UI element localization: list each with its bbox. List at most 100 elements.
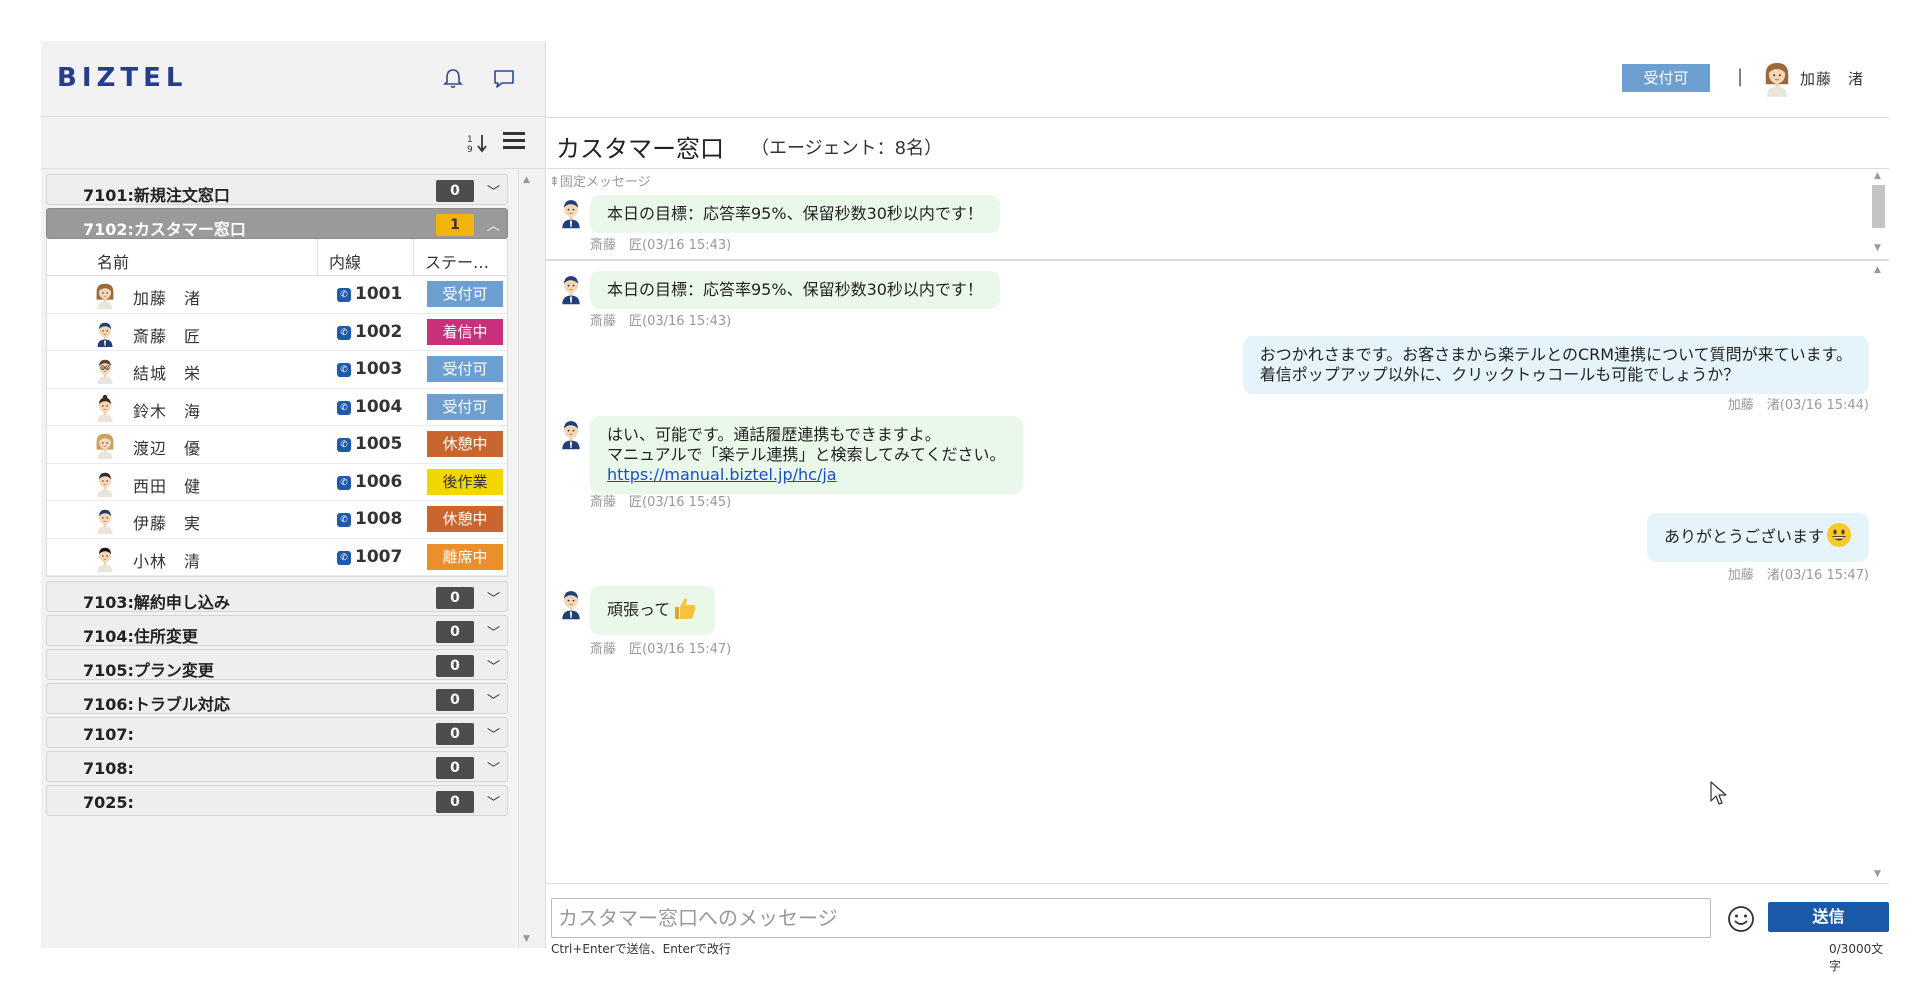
message-link[interactable]: https://manual.biztel.jp/hc/ja <box>607 465 837 484</box>
agent-row[interactable]: 渡辺 優 ✆ 1005 休憩中 <box>47 426 507 464</box>
message-line: ありがとうございます <box>1663 527 1824 546</box>
emoji-icon[interactable] <box>1726 904 1756 934</box>
queue-item[interactable]: 7101:新規注文窓口 0 ﹀ <box>46 174 508 205</box>
message-bubble: 本日の目標：応答率95%、保留秒数30秒以内です！ <box>590 195 1000 233</box>
status-badge: 受付可 <box>427 393 503 420</box>
agent-row[interactable]: 加藤 渚 ✆ 1001 受付可 <box>47 276 507 314</box>
agent-extension: 1006 <box>355 471 403 492</box>
agent-row[interactable]: 斎藤 匠 ✆ 1002 着信中 <box>47 314 507 351</box>
queue-item[interactable]: 7102:カスタマー窓口 1 ︿ <box>46 208 508 239</box>
top-bar: 受付可 | 加藤 渚 <box>546 41 1889 117</box>
agent-name: 小林 清 <box>133 551 202 571</box>
biztel-logo: BIZTEL <box>57 63 188 93</box>
queue-count-badge: 0 <box>436 655 474 677</box>
agent-row[interactable]: 小林 清 ✆ 1007 離席中 <box>47 539 507 576</box>
sidebar-scrollbar[interactable]: ▲ ▼ <box>518 169 536 948</box>
agent-name: 渡辺 優 <box>133 439 202 458</box>
channel-title: カスタマー窓口 <box>556 135 724 163</box>
queue-item[interactable]: 7105:プラン変更 0 ﹀ <box>46 649 508 680</box>
chevron-down-icon[interactable]: ﹀ <box>487 181 500 200</box>
message-meta: 斎藤 匠(03/16 15:43) <box>590 314 732 329</box>
message-bubble: ありがとうございます <box>1646 513 1869 562</box>
message-meta: 加藤 渚(03/16 15:47) <box>1727 568 1869 583</box>
sidebar-header: BIZTEL <box>41 41 545 117</box>
message-line: 本日の目標：応答率95%、保留秒数30秒以内です！ <box>607 280 983 299</box>
message-scrollbar[interactable]: ▲ ▼ <box>1869 263 1887 883</box>
column-name[interactable]: 名前 <box>97 249 129 273</box>
chevron-down-icon[interactable]: ﹀ <box>487 792 500 811</box>
phone-icon: ✆ <box>337 363 351 377</box>
hamburger-menu-icon[interactable] <box>503 132 525 152</box>
message-meta: 斎藤 匠(03/16 15:43) <box>590 238 732 253</box>
chevron-down-icon[interactable]: ﹀ <box>487 724 500 743</box>
queue-list-scroll: 7101:新規注文窓口 0 ﹀ 7102:カスタマー窓口 1 ︿ 名前 内線 ス… <box>41 169 546 948</box>
send-button[interactable]: 送信 <box>1768 902 1889 932</box>
chevron-up-icon[interactable]: ︿ <box>487 215 500 234</box>
agent-row[interactable]: 結城 栄 ✆ 1003 受付可 <box>47 351 507 389</box>
queue-item[interactable]: 7025: 0 ﹀ <box>46 785 508 816</box>
agent-extension: 1004 <box>355 396 403 417</box>
agent-extension: 1002 <box>355 321 403 342</box>
queue-count-badge: 0 <box>436 791 474 813</box>
column-status[interactable]: ステー… <box>425 249 489 273</box>
agent-name: 西田 健 <box>133 476 202 496</box>
agent-name: 結城 栄 <box>133 364 202 383</box>
message-bubble: 本日の目標：応答率95%、保留秒数30秒以内です！ <box>590 271 1000 309</box>
queue-item[interactable]: 7108: 0 ﹀ <box>46 751 508 782</box>
avatar <box>558 271 584 305</box>
phone-icon: ✆ <box>337 288 351 302</box>
avatar <box>93 319 117 347</box>
user-name[interactable]: 加藤 渚 <box>1800 68 1864 89</box>
message-meta: 斎藤 匠(03/16 15:47) <box>590 642 732 657</box>
message-meta: 斎藤 匠(03/16 15:45) <box>590 495 732 510</box>
pinned-label: ⇞固定メッセージ <box>549 175 651 190</box>
phone-icon: ✆ <box>337 325 351 340</box>
phone-icon: ✆ <box>337 400 351 415</box>
message-meta: 加藤 渚(03/16 15:44) <box>1727 398 1869 413</box>
status-badge: 後作業 <box>427 468 503 495</box>
avatar <box>93 544 117 572</box>
thumbs-up-emoji-icon <box>672 595 698 626</box>
queue-count-badge: 0 <box>436 689 474 711</box>
chevron-down-icon[interactable]: ﹀ <box>487 622 500 641</box>
queue-count-badge: 0 <box>436 757 474 779</box>
chevron-down-icon[interactable]: ﹀ <box>487 690 500 709</box>
pinned-scrollbar[interactable]: ▲ ▼ <box>1869 169 1887 259</box>
chevron-down-icon[interactable]: ﹀ <box>487 656 500 675</box>
notification-bell-icon[interactable] <box>439 65 467 93</box>
message-bubble: 頑張って <box>590 586 716 635</box>
agent-table-header: 名前 内線 ステー… <box>47 239 507 276</box>
sort-icon[interactable]: 19 <box>466 131 492 155</box>
agent-row[interactable]: 鈴木 海 ✆ 1004 受付可 <box>47 389 507 426</box>
pinned-message-area: ⇞固定メッセージ 本日の目標：応答率95%、保留秒数30秒以内です！ 斎藤 匠(… <box>546 169 1889 261</box>
phone-icon: ✆ <box>337 438 351 452</box>
message-input[interactable] <box>551 898 1711 938</box>
message-line: おつかれさまです。お客さまから楽テルとのCRM連携について質問が来ています。 <box>1259 345 1852 364</box>
mouse-cursor-icon <box>1710 781 1728 807</box>
svg-text:1: 1 <box>467 135 473 145</box>
chevron-down-icon[interactable]: ﹀ <box>487 588 500 607</box>
queue-item[interactable]: 7103:解約申し込み 0 ﹀ <box>46 581 508 612</box>
agent-extension: 1007 <box>355 546 403 567</box>
queue-name: 7108: <box>83 759 134 778</box>
chevron-down-icon[interactable]: ﹀ <box>487 758 500 777</box>
svg-text:9: 9 <box>467 145 473 155</box>
queue-item[interactable]: 7107: 0 ﹀ <box>46 717 508 748</box>
channel-agent-count: （エージェント：8名） <box>751 138 943 159</box>
avatar <box>558 416 584 450</box>
avatar <box>558 195 584 229</box>
status-badge: 離席中 <box>427 543 503 570</box>
queue-item[interactable]: 7104:住所変更 0 ﹀ <box>46 615 508 646</box>
user-avatar[interactable] <box>1762 59 1792 97</box>
queue-name: 7107: <box>83 725 134 744</box>
chat-bubble-icon[interactable] <box>490 65 518 93</box>
agent-status-button[interactable]: 受付可 <box>1622 64 1710 92</box>
queue-item[interactable]: 7106:トラブル対応 0 ﹀ <box>46 683 508 714</box>
queue-name: 7102:カスタマー窓口 <box>83 220 246 239</box>
queue-name: 7105:プラン変更 <box>83 661 214 680</box>
agent-row[interactable]: 西田 健 ✆ 1006 後作業 <box>47 464 507 501</box>
agent-row[interactable]: 伊藤 実 ✆ 1008 休憩中 <box>47 501 507 539</box>
queue-count-badge: 0 <box>436 621 474 643</box>
status-badge: 受付可 <box>427 281 503 307</box>
column-extension[interactable]: 内線 <box>329 249 361 273</box>
